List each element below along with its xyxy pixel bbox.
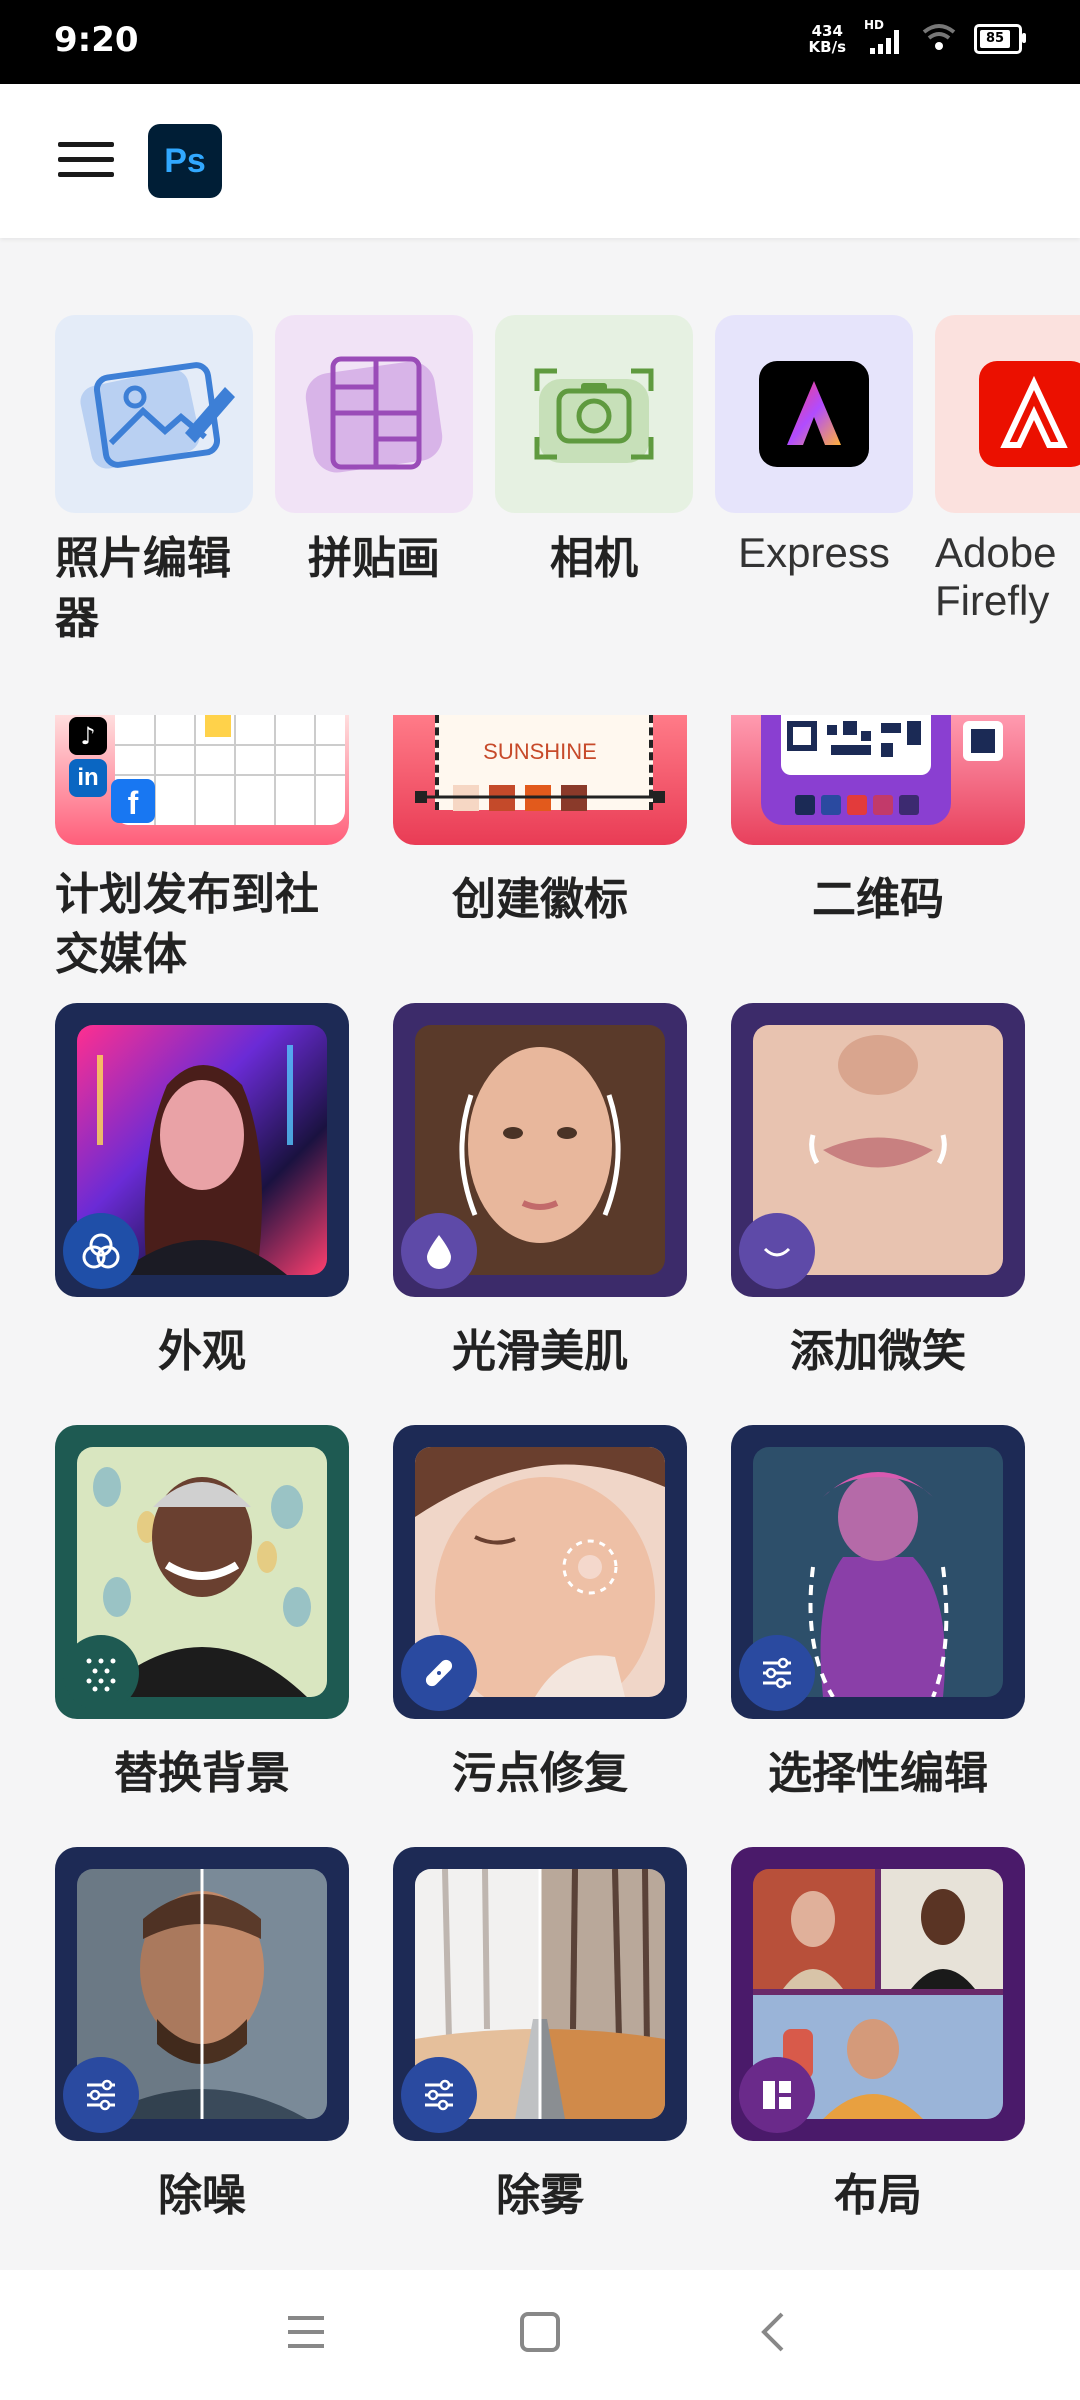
qr-code-image: [731, 715, 1025, 845]
layout-grid-icon: [739, 2057, 815, 2133]
layout-label: 布局: [834, 2170, 922, 2221]
denoise-image: [55, 1847, 349, 2141]
selective-edit-image: [731, 1425, 1025, 1719]
sliders-icon: [739, 1635, 815, 1711]
bandage-icon: [401, 1635, 477, 1711]
tiktok-icon: ♪: [69, 717, 107, 755]
status-bar: 9:20 434 KB/s HD 85: [0, 0, 1080, 84]
replace-background-label: 替换背景: [114, 1748, 290, 1799]
dehaze-image: [393, 1847, 687, 2141]
photo-editor-icon: [55, 315, 253, 513]
status-icons: 434 KB/s HD 85: [809, 18, 1026, 56]
signal-label: HD: [864, 18, 885, 32]
recent-apps-icon[interactable]: [284, 2310, 328, 2358]
feature-card-selective-edit[interactable]: 选择性编辑: [731, 1425, 1025, 1801]
smile-icon: [739, 1213, 815, 1289]
quick-camera[interactable]: 相机: [495, 315, 693, 589]
net-speed-unit: KB/s: [808, 38, 846, 56]
feature-card-smooth-skin[interactable]: 光滑美肌: [393, 1003, 687, 1379]
photoshop-logo[interactable]: Ps: [148, 124, 222, 198]
app-bar: Ps: [0, 84, 1080, 238]
create-logo-image: SUNSHINE: [393, 715, 687, 845]
qr-code-label: 二维码: [812, 874, 944, 925]
quick-express-label: Express: [738, 529, 890, 576]
spot-heal-image: [393, 1425, 687, 1719]
feature-card-dehaze[interactable]: 除雾: [393, 1847, 687, 2223]
express-app-icon: [715, 315, 913, 513]
denoise-sliders-icon: [63, 2057, 139, 2133]
feature-card-spot-heal[interactable]: 污点修复: [393, 1425, 687, 1801]
pattern-icon: [63, 1635, 139, 1711]
smooth-skin-label: 光滑美肌: [452, 1326, 628, 1377]
home-icon[interactable]: [518, 2310, 562, 2358]
social-schedule-image: ♪ in f: [55, 715, 349, 845]
dehaze-sliders-icon: [401, 2057, 477, 2133]
dehaze-label: 除雾: [496, 2170, 584, 2221]
smooth-skin-image: [393, 1003, 687, 1297]
looks-label: 外观: [158, 1326, 246, 1377]
battery-level: 85: [980, 30, 1010, 48]
quick-camera-label: 相机: [550, 533, 638, 584]
feature-card-replace-background[interactable]: 替换背景: [55, 1425, 349, 1801]
selective-edit-label: 选择性编辑: [768, 1748, 988, 1799]
quick-photo-editor[interactable]: 照片编辑器: [55, 315, 253, 649]
menu-icon[interactable]: [58, 142, 114, 182]
feature-card-looks[interactable]: 外观: [55, 1003, 349, 1379]
social-schedule-label: 计划发布到社交媒体: [55, 869, 319, 980]
camera-icon: [495, 315, 693, 513]
quick-firefly-label: Adobe Firefly: [935, 529, 1057, 624]
layout-image: [731, 1847, 1025, 2141]
looks-image: [55, 1003, 349, 1297]
feature-card-denoise[interactable]: 除噪: [55, 1847, 349, 2223]
droplet-icon: [401, 1213, 477, 1289]
looks-icon: [63, 1213, 139, 1289]
linkedin-icon: in: [69, 759, 107, 797]
signal-icon: HD: [864, 18, 904, 56]
add-smile-image: [731, 1003, 1025, 1297]
create-logo-label: 创建徽标: [452, 874, 628, 925]
net-speed-value: 434: [811, 22, 843, 40]
system-nav-bar: [0, 2270, 1080, 2400]
quick-firefly[interactable]: Adobe Firefly: [935, 315, 1080, 625]
collage-icon: [275, 315, 473, 513]
denoise-label: 除噪: [158, 2170, 246, 2221]
back-icon[interactable]: [752, 2310, 796, 2358]
add-smile-label: 添加微笑: [790, 1326, 966, 1377]
facebook-icon: f: [111, 779, 155, 823]
quick-photo-editor-label: 照片编辑器: [55, 533, 231, 644]
battery-icon: 85: [974, 24, 1026, 54]
quick-express[interactable]: Express: [715, 315, 913, 577]
quick-actions-row[interactable]: 照片编辑器 拼贴画 相机 Express Adobe Firefly: [55, 315, 1080, 655]
feature-card-qr-code[interactable]: 二维码: [731, 715, 1025, 927]
quick-collage[interactable]: 拼贴画: [275, 315, 473, 589]
feature-card-add-smile[interactable]: 添加微笑: [731, 1003, 1025, 1379]
spot-heal-label: 污点修复: [452, 1748, 628, 1799]
feature-card-social-schedule[interactable]: ♪ in f 计划发布到社交媒体: [55, 715, 349, 985]
feature-card-create-logo[interactable]: SUNSHINE 创建徽标: [393, 715, 687, 927]
firefly-app-icon: [935, 315, 1080, 513]
quick-collage-label: 拼贴画: [308, 533, 440, 584]
wifi-icon: [922, 22, 956, 56]
status-time: 9:20: [54, 20, 139, 60]
replace-background-image: [55, 1425, 349, 1719]
feature-card-layout[interactable]: 布局: [731, 1847, 1025, 2223]
net-speed: 434 KB/s: [809, 23, 846, 55]
